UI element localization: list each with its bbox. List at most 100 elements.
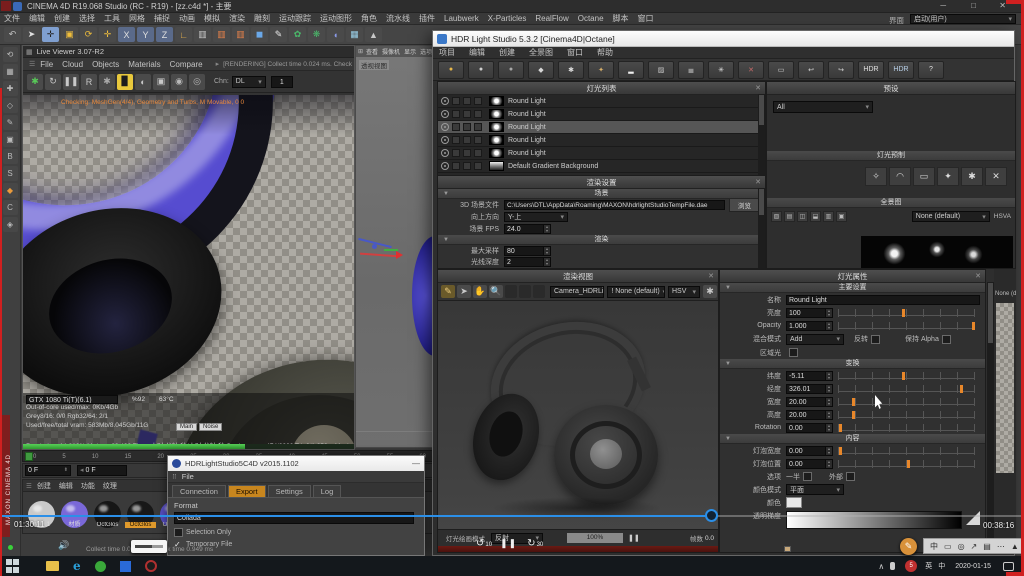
paint-tool-icon[interactable]: ✎	[441, 285, 455, 298]
slider-value-field[interactable]: -5.11	[786, 371, 826, 381]
viewer-tool-icon[interactable]: ✱	[99, 74, 115, 90]
c4d-viewport[interactable]: ⊞ 查看摄像机显示选项 透视视图	[355, 45, 437, 448]
mic-icon[interactable]	[890, 562, 895, 570]
light-row[interactable]: Default Gradient Background	[438, 160, 765, 173]
light-lock-icon[interactable]	[463, 149, 471, 157]
input-lang-a[interactable]: 英	[925, 561, 932, 571]
mode-icon[interactable]: ✚	[3, 81, 18, 96]
minimize-button[interactable]: ─	[940, 1, 946, 10]
slider-handle[interactable]	[852, 411, 855, 419]
hdr-toolbar-icon[interactable]: ▂	[618, 61, 644, 79]
slider-handle[interactable]	[902, 372, 905, 380]
slider-value-field[interactable]: 1.000	[786, 321, 826, 331]
axis-handle-dot[interactable]	[372, 244, 377, 249]
notification-badge[interactable]: 5	[905, 560, 917, 572]
skip-back-icon[interactable]: ↺	[476, 538, 484, 549]
slider-handle[interactable]	[839, 424, 842, 432]
hdr-toolbar-icon[interactable]: ◆	[528, 61, 554, 79]
viewer-tool-icon[interactable]: ▣	[153, 74, 169, 90]
menu-item[interactable]: 窗口	[638, 13, 654, 24]
light-row[interactable]: Round Light	[438, 121, 765, 134]
pano-tool-icon[interactable]: ◫	[797, 211, 808, 222]
gradient-edit-icon[interactable]	[966, 511, 980, 525]
slider-value-field[interactable]: 0.00	[786, 446, 826, 456]
hdr-toolbar-icon[interactable]: ●	[438, 61, 464, 79]
preset-button[interactable]: ◠	[889, 167, 911, 186]
menu-item[interactable]: 创建	[37, 481, 51, 491]
transform-bar[interactable]: ▼变换	[720, 359, 985, 369]
tray-power-icon[interactable]: ◎	[958, 542, 965, 551]
light-enable-icon[interactable]	[441, 162, 449, 170]
mode-icon[interactable]: ✎	[3, 115, 18, 130]
menu-item[interactable]: 运动图形	[320, 13, 352, 24]
maximize-button[interactable]: □	[971, 1, 976, 10]
menu-item[interactable]: 功能	[81, 481, 95, 491]
hdr-toolbar-icon[interactable]: ↪	[828, 61, 854, 79]
app-icon-blue[interactable]	[120, 561, 131, 572]
light-presets-bar[interactable]: 灯光预制	[767, 151, 1015, 161]
toolbar-icon[interactable]: ▥	[194, 27, 211, 42]
light-enable-icon[interactable]	[441, 110, 449, 118]
menu-item[interactable]: 选择	[79, 13, 95, 24]
close-icon[interactable]: ✕	[708, 270, 714, 283]
light-row[interactable]: Round Light	[438, 108, 765, 121]
menu-item[interactable]: 动画	[179, 13, 195, 24]
toolbar-icon[interactable]: Z	[156, 27, 173, 42]
gradient-stop-handle[interactable]	[784, 546, 791, 552]
pano-tool-icon[interactable]: ▤	[784, 211, 795, 222]
light-row[interactable]: Round Light	[438, 147, 765, 160]
app-icon-green[interactable]	[95, 561, 106, 572]
material-item[interactable]: 材质	[58, 499, 91, 528]
light-solo-icon[interactable]	[474, 97, 482, 105]
pause-icon[interactable]: ❚❚	[628, 534, 640, 542]
menu-item[interactable]: 编辑	[29, 13, 45, 24]
light-solo-icon[interactable]	[474, 149, 482, 157]
hdr-toolbar-icon[interactable]: ✳	[708, 61, 734, 79]
dialog-tab[interactable]: Settings	[268, 485, 311, 497]
dialog-tab[interactable]: Connection	[172, 485, 226, 497]
light-enable-icon[interactable]	[441, 123, 449, 131]
toolbar-icon[interactable]: ✿	[289, 27, 306, 42]
blend-mode-select[interactable]: Add▾	[786, 334, 844, 345]
render-settings-scrollbar[interactable]	[758, 188, 765, 268]
pano-tool-icon[interactable]: ▧	[771, 211, 782, 222]
main-settings-bar[interactable]: ▼主要设置	[720, 283, 985, 293]
hdr-toolbar-icon[interactable]: ●	[498, 61, 524, 79]
menu-item[interactable]: 编辑	[59, 481, 73, 491]
menu-item[interactable]: 选项	[420, 47, 432, 56]
light-toggle-icon[interactable]	[452, 123, 460, 131]
slider-value-field[interactable]: 100	[786, 308, 826, 318]
pano-section-bar[interactable]: 全景图	[767, 198, 1015, 208]
slider-handle[interactable]	[839, 447, 842, 455]
video-progress-played[interactable]	[0, 515, 712, 517]
slider-track[interactable]	[838, 372, 975, 380]
tray-keyboard-icon[interactable]: ▤	[983, 542, 991, 551]
light-toggle-icon[interactable]	[452, 162, 460, 170]
octane-icon[interactable]	[145, 560, 157, 572]
side-strip-canvas[interactable]	[996, 303, 1014, 473]
max-samples-field[interactable]: 80	[504, 246, 544, 256]
viewer-tool-icon[interactable]: ✱	[27, 74, 43, 90]
slider-handle[interactable]	[960, 385, 963, 393]
hdr-toolbar-icon[interactable]: ↩	[798, 61, 824, 79]
slider-track[interactable]	[838, 385, 975, 393]
menu-item[interactable]: 流水线	[386, 13, 410, 24]
menu-item[interactable]: 纹理	[103, 481, 117, 491]
light-toggle-icon[interactable]	[452, 110, 460, 118]
light-enable-icon[interactable]	[441, 149, 449, 157]
toolbar-icon[interactable]: ⟳	[80, 27, 97, 42]
mode-icon[interactable]: ◇	[3, 98, 18, 113]
viewer-tool-icon[interactable]: ◉	[171, 74, 187, 90]
preset-button[interactable]: ✱	[961, 167, 983, 186]
outer-checkbox[interactable]	[846, 472, 855, 481]
mode-icon[interactable]: ◆	[3, 183, 18, 198]
buffer-tab[interactable]: Noise	[199, 423, 222, 431]
slider-value-field[interactable]: 0.00	[786, 459, 826, 469]
keep-alpha-checkbox[interactable]	[942, 335, 951, 344]
light-solo-icon[interactable]	[474, 123, 482, 131]
material-item[interactable]: OctGlos	[124, 499, 157, 528]
up-axis-select[interactable]: Y-上▾	[504, 212, 568, 222]
lut-select[interactable]: ! None (default)▾	[607, 286, 665, 298]
view-settings-icon[interactable]: ✱	[703, 285, 717, 298]
start-button[interactable]	[6, 559, 20, 573]
